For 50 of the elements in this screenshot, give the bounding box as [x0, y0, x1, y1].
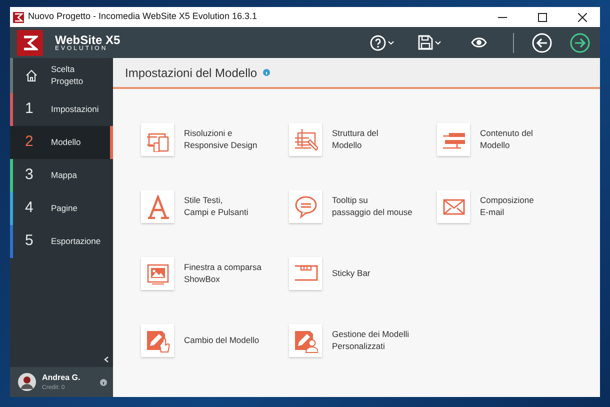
collapse-button[interactable]	[104, 356, 109, 363]
option-label[interactable]: Stile Testi, Campi e Pulsanti	[184, 194, 248, 218]
option-label[interactable]: Struttura del Modello	[332, 128, 378, 152]
app-icon	[13, 12, 24, 22]
option-label[interactable]: Composizione E-mail	[480, 194, 534, 218]
option-tile[interactable]	[141, 190, 174, 223]
app-name: WebSite X5	[55, 34, 120, 46]
home-icon	[25, 68, 38, 82]
option-label[interactable]: Tooltip su passaggio del mouse	[332, 194, 412, 218]
option-tile[interactable]	[437, 123, 470, 156]
option-tile[interactable]	[437, 190, 470, 223]
image-window-icon	[146, 262, 170, 286]
option-label[interactable]: Contenuto del Modello	[480, 128, 533, 152]
sidebar-item[interactable]: 2 Modello	[10, 126, 113, 159]
option-tile[interactable]	[289, 324, 322, 357]
letter-icon	[146, 194, 170, 218]
page-title: Impostazioni del Modello	[125, 64, 258, 82]
info-icon[interactable]	[263, 69, 270, 76]
option-label[interactable]: Sticky Bar	[332, 268, 370, 280]
caret-icon	[435, 40, 441, 44]
option-tile[interactable]	[289, 257, 322, 290]
option-tile[interactable]	[289, 123, 322, 156]
option-tile[interactable]	[289, 190, 322, 223]
help-button[interactable]	[370, 34, 394, 50]
window-title: Nuovo Progetto - Incomedia WebSite X5 Evolution 16.3.1	[28, 10, 258, 24]
close-icon	[578, 12, 586, 22]
speech-bubble-icon	[294, 194, 318, 218]
layout-pencil-icon	[294, 128, 318, 152]
option-tile[interactable]	[141, 123, 174, 156]
help-icon	[370, 34, 386, 50]
avatar	[18, 373, 36, 391]
save-button[interactable]	[418, 35, 441, 50]
option-label[interactable]: Cambio del Modello	[184, 334, 260, 346]
logo-icon	[17, 30, 43, 56]
option-label[interactable]: Risoluzioni e Responsive Design	[184, 128, 258, 152]
option-tile[interactable]	[141, 257, 174, 290]
info-icon[interactable]	[100, 378, 107, 386]
pencil-user-icon	[294, 328, 318, 352]
option-label[interactable]: Finestra a comparsa ShowBox	[184, 262, 262, 286]
eye-icon	[471, 37, 487, 48]
caret-icon	[388, 40, 394, 44]
option-tile[interactable]	[141, 324, 174, 357]
pencil-hand-icon	[146, 328, 170, 352]
user-name: Andrea G.	[42, 372, 82, 384]
save-icon	[418, 35, 433, 50]
back-button[interactable]	[532, 32, 552, 52]
forward-button[interactable]	[570, 32, 590, 52]
maximize-icon	[538, 12, 546, 22]
option-label[interactable]: Gestione dei Modelli Personalizzati	[332, 328, 410, 352]
preview-button[interactable]	[471, 37, 487, 48]
